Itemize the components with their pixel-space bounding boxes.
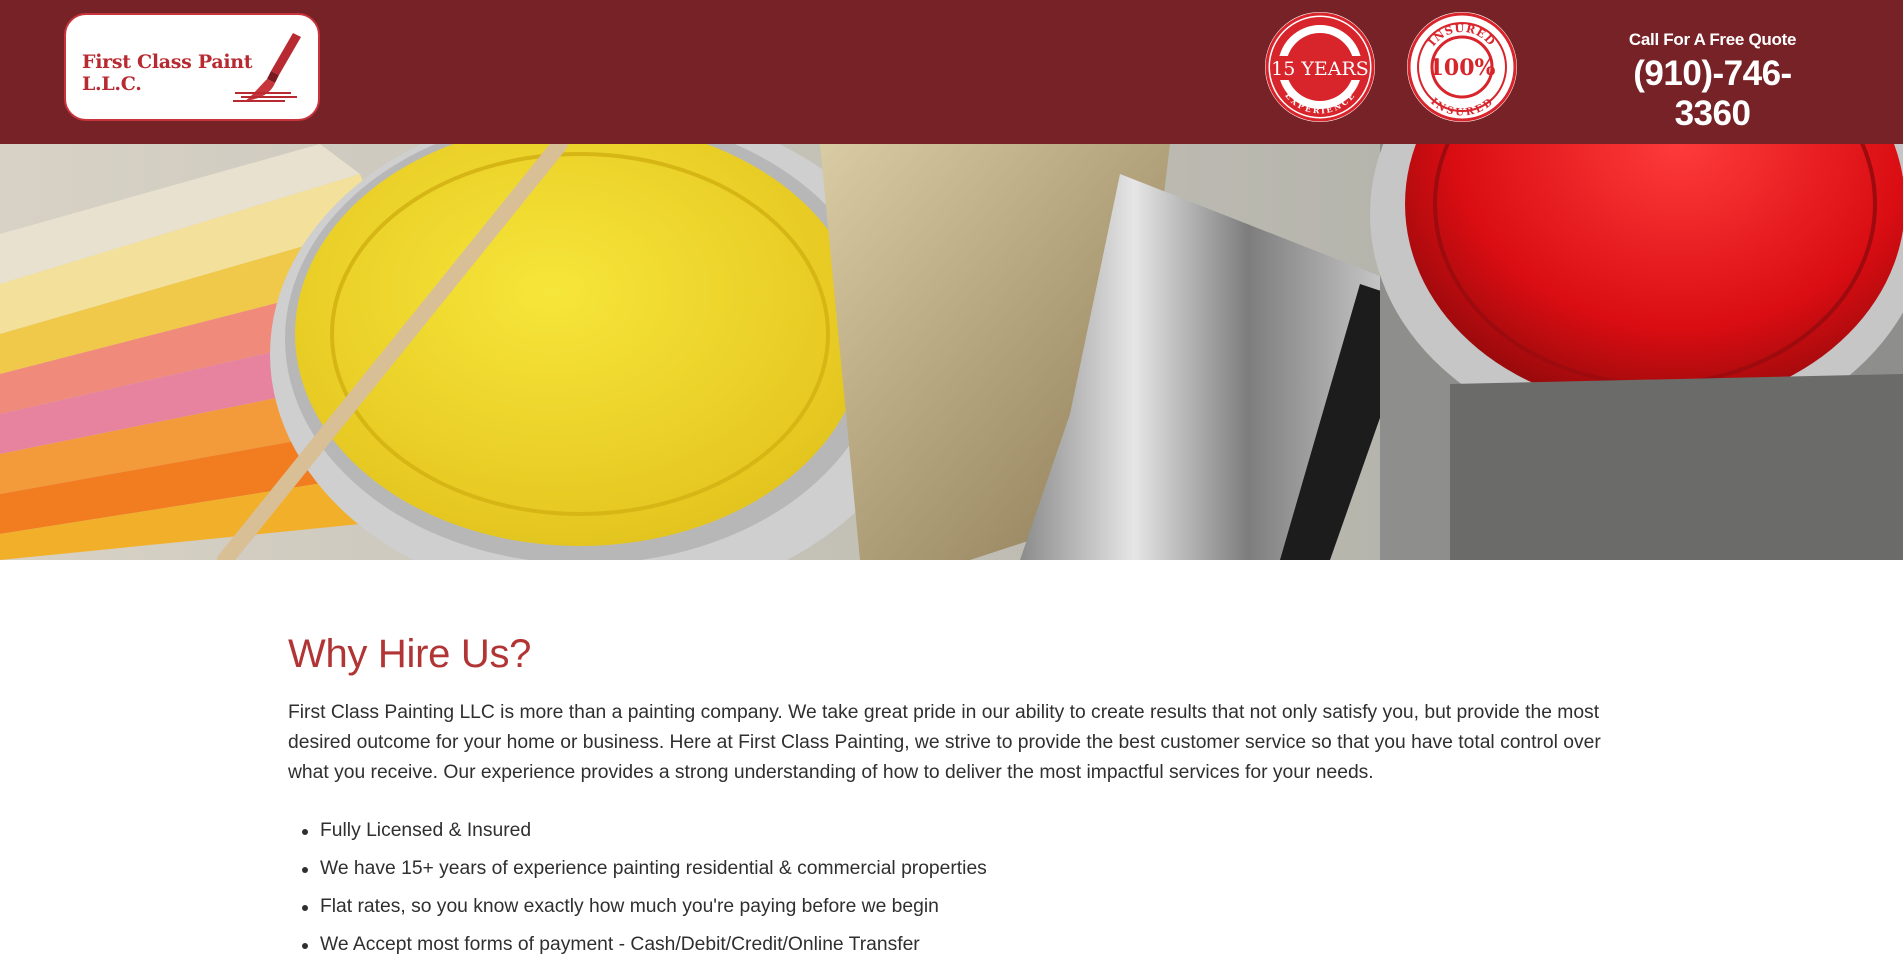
- list-item: Flat rates, so you know exactly how much…: [288, 888, 1618, 926]
- intro-paragraph: First Class Painting LLC is more than a …: [288, 702, 1601, 783]
- why-hire-us-section: Why Hire Us? First Class Painting LLC is…: [288, 632, 1618, 964]
- logo-link[interactable]: First Class Paint L.L.C.: [64, 13, 320, 121]
- quote-block: Call For A Free Quote (910)-746-3360: [1600, 30, 1825, 134]
- paintbrush-icon: [233, 33, 301, 102]
- list-item: Fully Licensed & Insured: [288, 812, 1618, 850]
- insured-seal-icon: INSURED INSURED 100%: [1407, 12, 1517, 122]
- experience-seal-icon: EXPERIENCE EXPERIENCE 15 YEARS: [1265, 12, 1375, 122]
- badge-main-text: 100%: [1429, 55, 1496, 81]
- site-header: First Class Paint L.L.C. EXPERIENCE EXPE…: [0, 0, 1903, 144]
- experience-badge: EXPERIENCE EXPERIENCE 15 YEARS: [1265, 12, 1375, 122]
- insured-badge: INSURED INSURED 100%: [1407, 12, 1517, 122]
- badge-main-text: 15 YEARS: [1271, 58, 1369, 80]
- list-item: We Accept most forms of payment - Cash/D…: [288, 926, 1618, 964]
- list-item: We have 15+ years of experience painting…: [288, 850, 1618, 888]
- section-heading: Why Hire Us?: [288, 632, 532, 676]
- benefits-list: Fully Licensed & Insured We have 15+ yea…: [288, 812, 1618, 964]
- hero-image: [0, 144, 1903, 560]
- quote-label: Call For A Free Quote: [1628, 30, 1797, 49]
- phone-link[interactable]: (910)-746-3360: [1600, 54, 1825, 134]
- paint-cans-image: [0, 144, 1903, 560]
